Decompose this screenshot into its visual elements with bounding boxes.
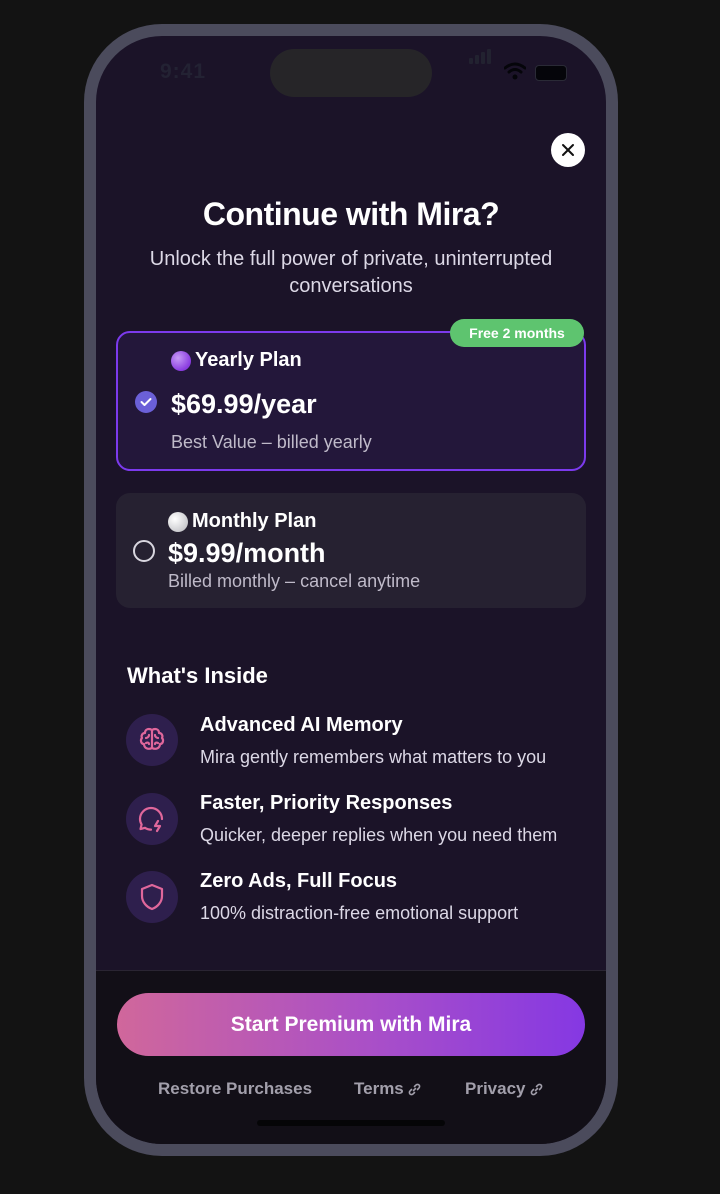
wifi-icon	[504, 62, 526, 80]
brain-icon	[139, 727, 165, 750]
privacy-label: Privacy	[465, 1079, 526, 1098]
feature-title-responses: Faster, Priority Responses	[200, 792, 453, 814]
page-title: Continue with Mira?	[202, 196, 500, 232]
close-button[interactable]	[551, 133, 585, 167]
feature-icon-memory	[126, 714, 178, 766]
features-title: What's Inside	[127, 663, 268, 688]
feature-desc-responses: Quicker, deeper replies when you need th…	[200, 825, 558, 845]
feature-title-focus: Zero Ads, Full Focus	[200, 870, 398, 892]
plan-note-monthly: Billed monthly – cancel anytime	[168, 571, 421, 591]
plan-note-yearly: Best Value – billed yearly	[171, 432, 372, 452]
external-link-icon	[530, 1083, 542, 1095]
dynamic-island	[270, 49, 432, 97]
feature-icon-focus	[126, 871, 178, 923]
terms-label: Terms	[354, 1079, 404, 1098]
purple-circle-icon	[171, 350, 191, 371]
shield-icon	[140, 883, 164, 911]
plan-name-yearly-label: Yearly Plan	[195, 349, 302, 371]
plan-name-monthly: Monthly Plan	[168, 510, 316, 533]
terms-link[interactable]: Terms	[354, 1079, 421, 1099]
privacy-link[interactable]: Privacy	[465, 1079, 543, 1099]
page-subtitle: Unlock the full power of private, uninte…	[149, 248, 553, 297]
start-premium-button[interactable]: Start Premium with Mira	[117, 993, 585, 1056]
chat-bolt-icon	[138, 806, 164, 833]
savings-badge: Free 2 months	[450, 319, 584, 347]
close-icon	[562, 144, 574, 156]
feature-desc-focus: 100% distraction-free emotional support	[200, 903, 519, 923]
plan-radio-unselected[interactable]	[133, 540, 155, 562]
paywall-screen: 9:41 Continue with Mira? Unlock the full…	[96, 36, 606, 1144]
feature-icon-responses	[126, 793, 178, 845]
status-time: 9:41	[160, 60, 207, 83]
plan-radio-selected[interactable]	[135, 391, 157, 413]
plan-name-yearly: Yearly Plan	[171, 349, 302, 372]
home-indicator[interactable]	[257, 1120, 445, 1126]
white-circle-icon	[168, 511, 188, 532]
status-bar: 9:41	[96, 36, 606, 110]
battery-icon	[535, 65, 567, 81]
restore-purchases-link[interactable]: Restore Purchases	[158, 1079, 312, 1099]
feature-title-memory: Advanced AI Memory	[200, 714, 403, 736]
plan-price-yearly: $69.99/year	[171, 389, 317, 419]
plan-price-monthly: $9.99/month	[168, 538, 326, 568]
plan-name-monthly-label: Monthly Plan	[192, 510, 317, 532]
feature-desc-memory: Mira gently remembers what matters to yo…	[200, 747, 547, 767]
restore-purchases-label: Restore Purchases	[158, 1079, 313, 1098]
check-icon	[140, 398, 152, 406]
external-link-icon	[408, 1083, 421, 1095]
